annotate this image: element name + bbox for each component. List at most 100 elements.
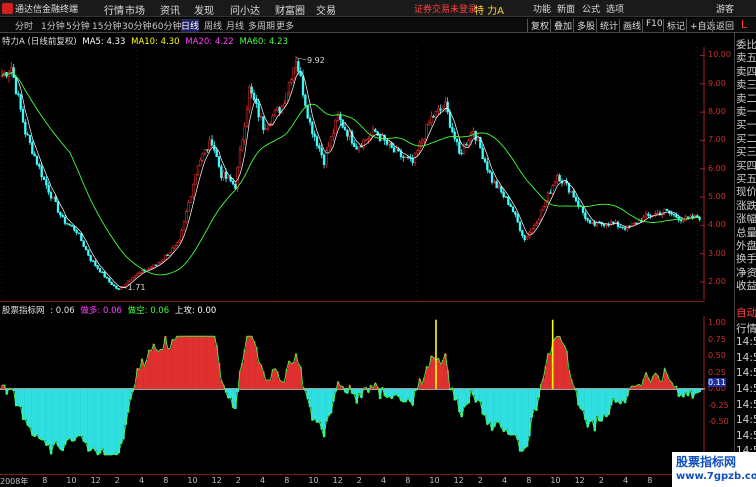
bear-bar: [42, 389, 46, 441]
candle-body: [199, 160, 202, 166]
tab-weekly[interactable]: 周线: [204, 19, 222, 32]
candle-body: [66, 223, 69, 225]
fuquan-button[interactable]: 复权: [527, 19, 552, 32]
bear-bar: [26, 389, 30, 426]
bear-bar: [31, 389, 34, 436]
x-tick-label: 2: [356, 476, 362, 485]
candle-body: [187, 202, 190, 213]
candle-body: [446, 101, 449, 113]
x-tick-label: 4: [623, 476, 629, 485]
candle-body: [248, 86, 251, 110]
candle-body: [371, 129, 375, 136]
menu-youke[interactable]: 游客: [716, 2, 734, 15]
y-tick-label: 5.00: [708, 192, 726, 202]
tab-monthly[interactable]: 月线: [226, 19, 244, 32]
ma60-label: MA60: 4.23: [239, 37, 288, 47]
menu-wenxiaoda[interactable]: 问小达: [230, 2, 260, 17]
menu-faxian[interactable]: 发现: [194, 2, 214, 17]
candle-body: [19, 94, 22, 110]
tab-more[interactable]: 更多: [276, 19, 294, 32]
bull-bar: [208, 336, 212, 389]
candle-body: [61, 214, 64, 218]
current-indicator-value: 0.11: [708, 377, 726, 387]
candle-body: [504, 196, 508, 198]
bull-bar: [182, 336, 186, 389]
ma5-label: MA5: 4.33: [82, 37, 126, 47]
candle-body: [171, 247, 174, 253]
candle-body: [353, 142, 356, 148]
bull-bar: [187, 336, 191, 389]
trade-login-notice[interactable]: 证券交易未登录: [414, 2, 477, 15]
candle-body: [679, 219, 683, 222]
candle-body: [75, 230, 78, 234]
candle-body: [374, 129, 377, 132]
tab-60min[interactable]: 60分钟: [152, 19, 181, 32]
tab-1min[interactable]: 1分钟: [41, 19, 65, 32]
candle-body: [418, 142, 421, 151]
tab-5min[interactable]: 5分钟: [66, 19, 90, 32]
menu-gongshi[interactable]: 公式: [582, 2, 600, 15]
candle-body: [518, 221, 522, 231]
bear-bar: [509, 389, 513, 436]
y-tick-label: 1.00: [708, 318, 726, 327]
statistics-button[interactable]: 统计: [596, 19, 621, 32]
candle-body: [28, 134, 32, 143]
candle-body: [294, 61, 298, 69]
bull-bar: [245, 336, 249, 389]
tab-multi-period[interactable]: 多周期: [248, 19, 275, 32]
tab-15min[interactable]: 15分钟: [92, 19, 121, 32]
indicator-chart[interactable]: [0, 316, 705, 471]
bear-bar: [621, 389, 625, 400]
bear-bar: [80, 389, 83, 436]
menu-gongneng[interactable]: 功能: [533, 2, 551, 15]
bull-bar: [168, 348, 172, 389]
bull-bar: [290, 363, 293, 389]
candle-body: [509, 204, 512, 207]
candle-body: [91, 260, 95, 262]
candle-body: [112, 284, 116, 287]
candle-body: [322, 154, 326, 165]
bear-bar: [101, 389, 104, 449]
app-title: 通达信金融终端: [15, 5, 79, 15]
ma10-label: MA10: 4.30: [131, 37, 180, 47]
candle-body: [38, 164, 41, 167]
candle-body: [308, 117, 312, 123]
tab-fenshi[interactable]: 分时: [15, 19, 33, 32]
watermark-text: 股票指标网: [676, 455, 737, 469]
menu-caifuquan[interactable]: 财富圈: [275, 2, 305, 17]
candle-body: [166, 254, 169, 257]
menu-hangqing[interactable]: 行情: [104, 2, 124, 17]
menu-xuanxiang[interactable]: 选项: [606, 2, 624, 15]
bear-bar: [465, 389, 468, 405]
candle-body: [630, 223, 634, 227]
candle-body: [448, 111, 452, 128]
x-tick-label: 12: [574, 476, 585, 485]
menu-shichang[interactable]: 市场: [125, 2, 145, 17]
menu-jiaoyi[interactable]: 交易: [316, 2, 336, 17]
tab-daily[interactable]: 日线: [181, 19, 200, 32]
multi-stock-button[interactable]: 多股: [573, 19, 598, 32]
bear-bar: [313, 389, 317, 419]
indicator-info: 股票指标网 : 0.06 做多: 0.06 做空: 0.06 上攻: 0.00: [2, 304, 219, 316]
bear-bar: [392, 389, 396, 396]
bear-bar: [38, 389, 41, 439]
candle-body: [675, 214, 678, 218]
kline-chart[interactable]: 9.92 1.71: [0, 47, 705, 300]
back-button[interactable]: 返回: [712, 19, 737, 32]
draw-line-button[interactable]: 画线: [619, 19, 644, 32]
tab-30min[interactable]: 30分钟: [122, 19, 151, 32]
candle-body: [420, 140, 424, 144]
quote-field-label: 14:5: [736, 367, 756, 380]
menu-xinmian[interactable]: 新面: [557, 2, 575, 15]
overlay-button[interactable]: 叠加: [550, 19, 575, 32]
candle-body: [180, 230, 183, 241]
menu-zixun[interactable]: 资讯: [160, 2, 180, 17]
mark-button[interactable]: 标记: [663, 19, 688, 32]
bear-bar: [52, 389, 55, 446]
candle-body: [87, 249, 90, 256]
bear-bar: [112, 389, 116, 455]
level-badge[interactable]: L: [741, 19, 756, 31]
bull-bar: [283, 381, 286, 389]
main-chart-title: 特力A (日线前复权): [2, 37, 77, 47]
bull-bar: [269, 379, 272, 389]
